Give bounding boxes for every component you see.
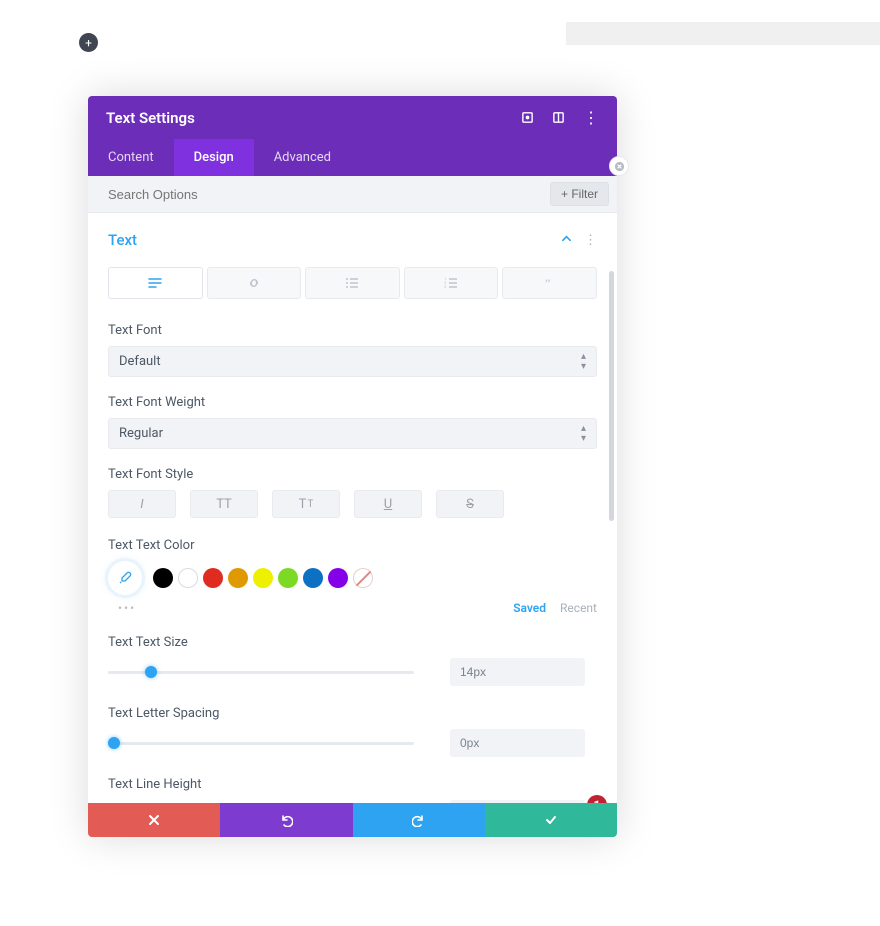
tab-content[interactable]: Content <box>88 139 174 176</box>
add-module-button[interactable]: + <box>79 33 98 52</box>
modal-body: Text ⋮ 123 <box>88 213 617 803</box>
modal-footer <box>88 803 617 837</box>
color-picker-button[interactable] <box>108 561 142 595</box>
undo-button[interactable] <box>220 803 352 837</box>
line-height-input[interactable] <box>450 800 585 803</box>
letter-spacing-input[interactable] <box>450 729 585 757</box>
top-toolbar-placeholder <box>566 22 880 45</box>
help-close-button[interactable] <box>609 156 629 176</box>
color-tab-recent[interactable]: Recent <box>560 601 597 615</box>
modal-header-actions <box>521 108 599 127</box>
seg-link[interactable] <box>207 267 302 299</box>
color-swatches <box>108 561 597 595</box>
expand-icon[interactable] <box>521 111 534 124</box>
label-font-weight: Text Font Weight <box>108 395 597 410</box>
font-select[interactable]: Default ▴▾ <box>108 346 597 377</box>
modal-title: Text Settings <box>106 109 195 127</box>
label-text-size: Text Text Size <box>108 635 597 650</box>
swatch-lime[interactable] <box>278 568 298 588</box>
text-size-input[interactable] <box>450 658 585 686</box>
search-input[interactable] <box>108 187 550 202</box>
section-header: Text ⋮ <box>108 231 597 249</box>
label-letter-spacing: Text Letter Spacing <box>108 706 597 721</box>
modal-title-row: Text Settings <box>88 96 617 139</box>
label-text-color: Text Text Color <box>108 538 597 553</box>
section-title: Text <box>108 231 137 249</box>
label-font-style: Text Font Style <box>108 467 597 482</box>
seg-quote[interactable]: ” <box>502 267 597 299</box>
swatch-white[interactable] <box>178 568 198 588</box>
svg-text:”: ” <box>545 276 550 290</box>
text-size-slider[interactable] <box>108 671 414 674</box>
swatch-purple[interactable] <box>328 568 348 588</box>
more-menu-icon[interactable] <box>583 108 599 127</box>
redo-button[interactable] <box>353 803 485 837</box>
swatch-orange[interactable] <box>228 568 248 588</box>
svg-text:3: 3 <box>444 284 446 289</box>
font-style-row: I TT TT U S <box>108 490 597 518</box>
chevron-select-icon: ▴▾ <box>581 352 586 372</box>
swatch-yellow[interactable] <box>253 568 273 588</box>
plus-icon: + <box>561 187 568 201</box>
annotation-marker-1: 1 <box>587 795 607 803</box>
snap-icon[interactable] <box>552 111 565 124</box>
swatch-blue[interactable] <box>303 568 323 588</box>
chevron-select-icon: ▴▾ <box>581 424 586 444</box>
underline-toggle[interactable]: U <box>354 490 422 518</box>
swatch-none[interactable] <box>353 568 373 588</box>
color-tab-saved[interactable]: Saved <box>513 601 546 615</box>
seg-ol[interactable]: 123 <box>404 267 499 299</box>
tab-advanced[interactable]: Advanced <box>254 139 351 176</box>
seg-ul[interactable] <box>305 267 400 299</box>
scrollbar[interactable] <box>609 271 614 521</box>
tab-design[interactable]: Design <box>174 139 254 176</box>
swatch-red[interactable] <box>203 568 223 588</box>
uppercase-toggle[interactable]: TT <box>190 490 258 518</box>
text-settings-modal: Text Settings Content Design Advanced <box>88 96 617 837</box>
text-type-segmented: 123 ” <box>108 267 597 299</box>
letter-spacing-slider[interactable] <box>108 742 414 745</box>
font-weight-select[interactable]: Regular ▴▾ <box>108 418 597 449</box>
strike-toggle[interactable]: S <box>436 490 504 518</box>
smallcaps-toggle[interactable]: TT <box>272 490 340 518</box>
modal-header: Text Settings Content Design Advanced <box>88 96 617 176</box>
label-line-height: Text Line Height <box>108 777 597 792</box>
filter-button[interactable]: + Filter <box>550 182 609 206</box>
more-swatches-icon[interactable]: ••• <box>118 601 136 615</box>
seg-paragraph[interactable] <box>108 267 203 299</box>
collapse-icon[interactable] <box>561 233 572 248</box>
color-subrow: ••• Saved Recent <box>118 601 597 615</box>
swatch-black[interactable] <box>153 568 173 588</box>
label-font: Text Font <box>108 323 597 338</box>
italic-toggle[interactable]: I <box>108 490 176 518</box>
save-button[interactable] <box>485 803 617 837</box>
search-row: + Filter <box>88 176 617 213</box>
plus-icon: + <box>85 36 92 50</box>
cancel-button[interactable] <box>88 803 220 837</box>
modal-tabs: Content Design Advanced <box>88 139 617 176</box>
section-more-icon[interactable]: ⋮ <box>584 233 597 248</box>
